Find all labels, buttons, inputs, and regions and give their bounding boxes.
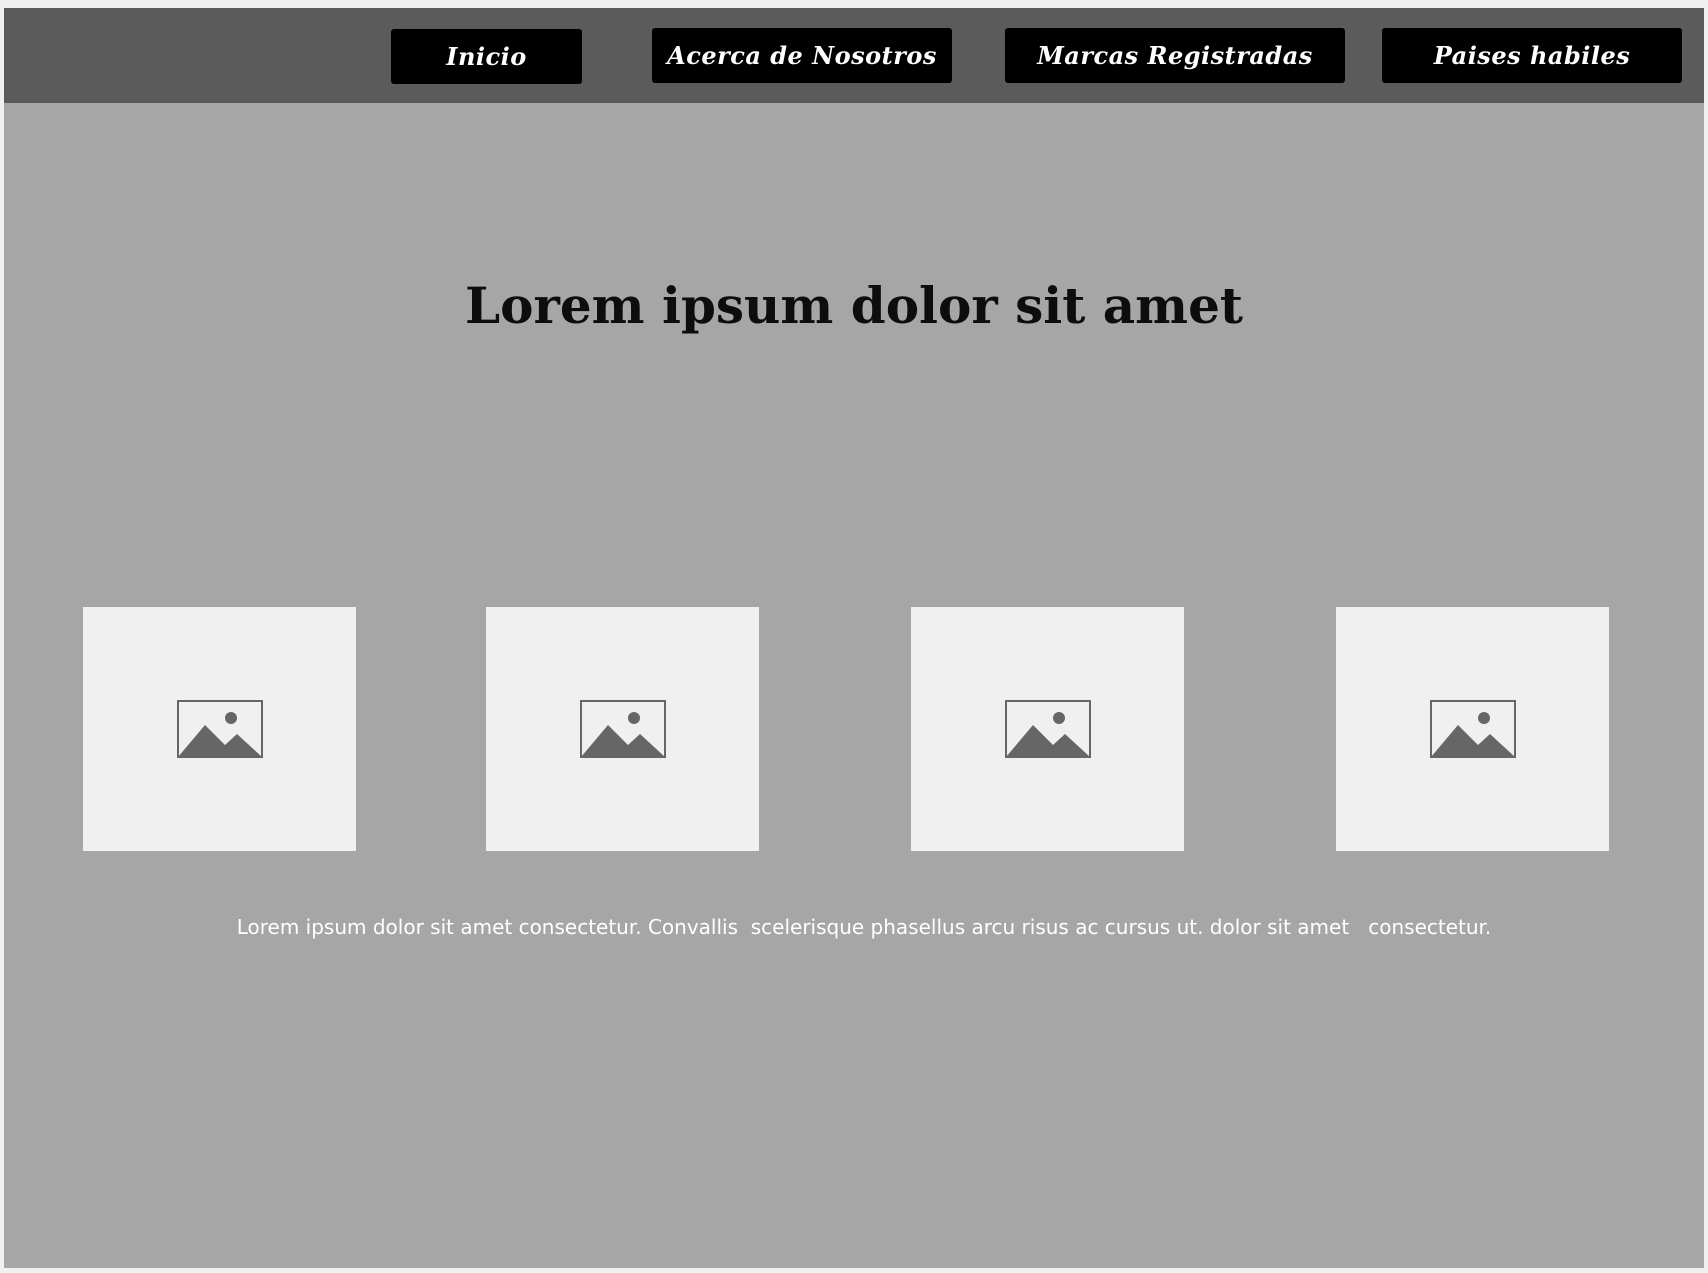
image-placeholder-icon <box>1429 700 1516 758</box>
image-placeholder-icon <box>176 700 263 758</box>
image-placeholder-icon <box>579 700 666 758</box>
image-card <box>83 607 356 851</box>
nav-button-inicio[interactable]: Inicio <box>391 29 582 84</box>
nav-button-marcas-registradas[interactable]: Marcas Registradas <box>1005 28 1345 83</box>
image-card <box>1336 607 1609 851</box>
page-headline: Lorem ipsum dolor sit amet <box>464 276 1243 335</box>
top-navigation-bar: Inicio Acerca de Nosotros Marcas Registr… <box>4 8 1704 103</box>
page-frame: Inicio Acerca de Nosotros Marcas Registr… <box>4 8 1704 1268</box>
image-card <box>486 607 759 851</box>
caption-text: Lorem ipsum dolor sit amet consectetur. … <box>236 915 1492 939</box>
image-placeholder-icon <box>1004 700 1091 758</box>
nav-button-acerca-de-nosotros[interactable]: Acerca de Nosotros <box>652 28 952 83</box>
nav-button-paises-habiles[interactable]: Paises habiles <box>1382 28 1682 83</box>
image-card <box>911 607 1184 851</box>
